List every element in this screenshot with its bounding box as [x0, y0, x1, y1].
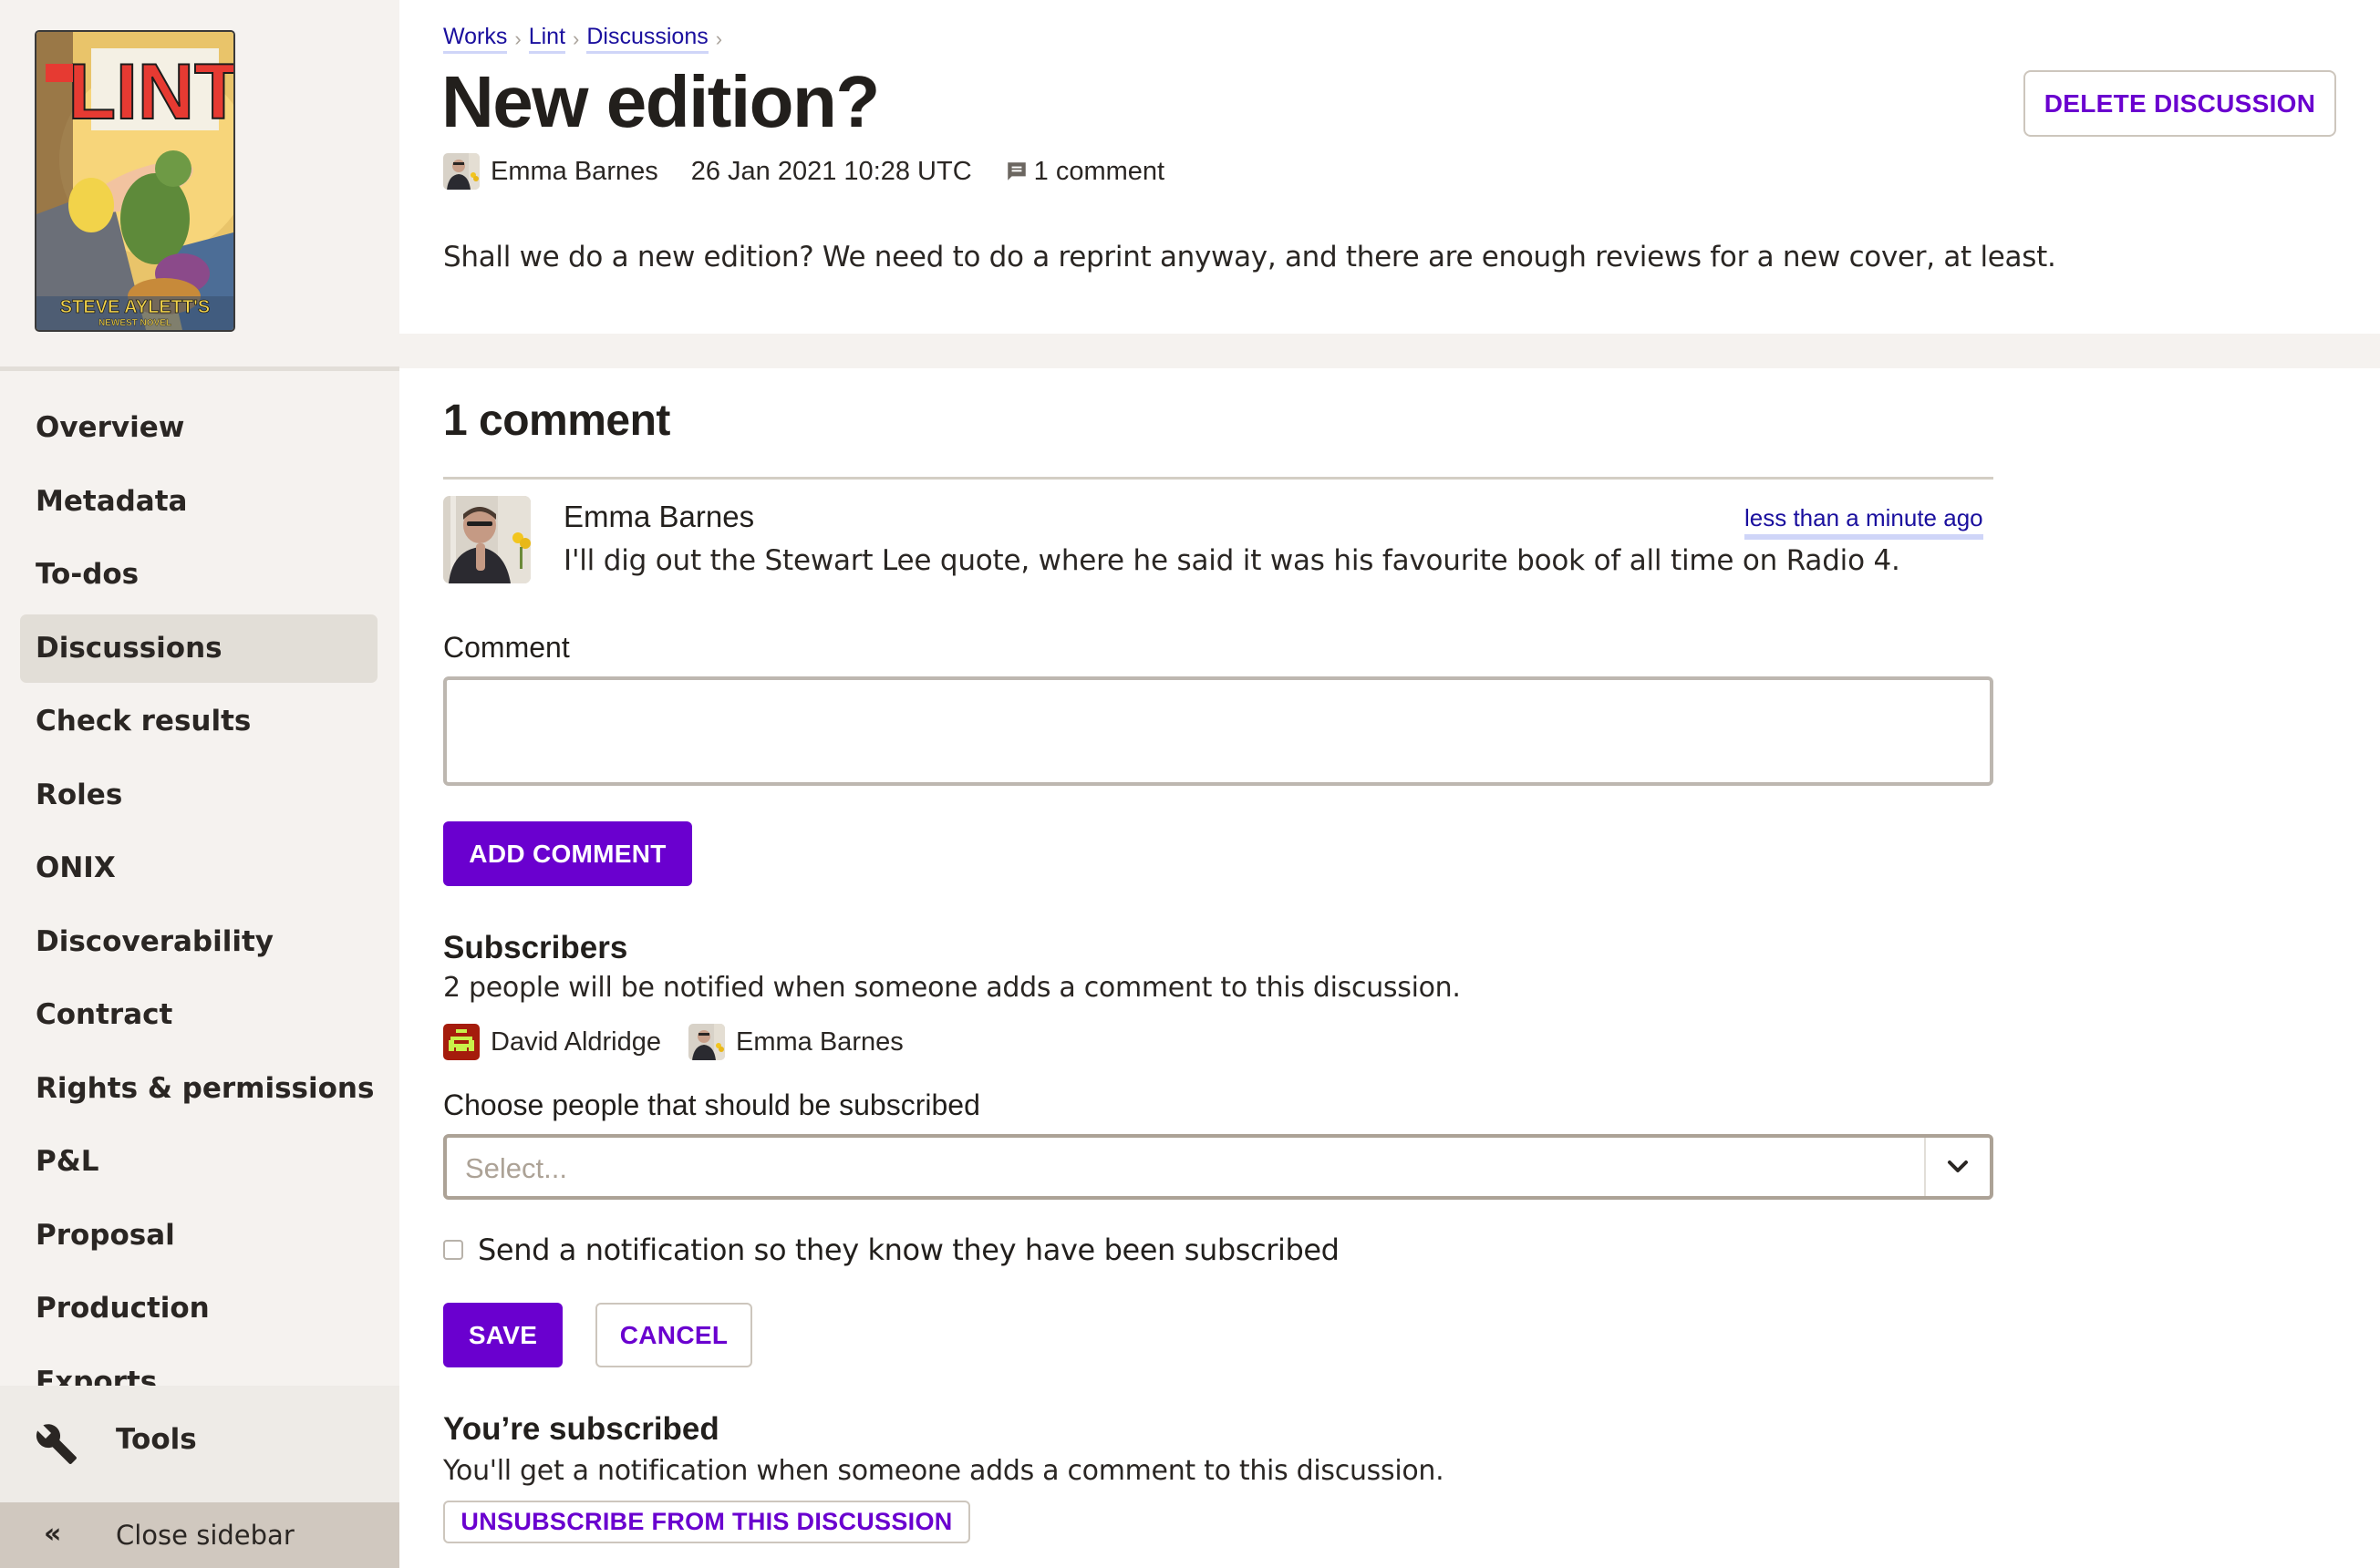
breadcrumb-lint[interactable]: Lint [528, 24, 566, 54]
discussion-date: 26 Jan 2021 10:28 UTC [690, 156, 972, 186]
close-sidebar-label: Close sidebar [116, 1520, 295, 1551]
comment-body: I'll dig out the Stewart Lee quote, wher… [564, 544, 1900, 577]
section-divider [399, 334, 2380, 368]
double-chevron-left-icon: « [44, 1518, 62, 1550]
comment-author-avatar [443, 496, 531, 583]
cover-author: STEVE AYLETT'S [60, 297, 210, 317]
comment-field-label: Comment [443, 631, 570, 664]
sidebar-item-roles[interactable]: Roles [20, 761, 378, 830]
sidebar: LINT STEVE AYLETT'S NEWEST NOVEL Overvie… [0, 0, 399, 1568]
unsubscribe-button[interactable]: UNSUBSCRIBE FROM THIS DISCUSSION [443, 1501, 970, 1543]
subscription-heading: You’re subscribed [443, 1411, 719, 1447]
comment-input[interactable] [443, 676, 1993, 786]
comment-count: 1 comment [1033, 156, 1165, 186]
subscribers-heading: Subscribers [443, 930, 628, 965]
sidebar-item-check-results[interactable]: Check results [20, 687, 378, 756]
discussion-meta: Emma Barnes 26 Jan 2021 10:28 UTC 1 comm… [443, 153, 1164, 190]
subscribers-summary: 2 people will be notified when someone a… [443, 972, 1461, 1004]
sidebar-item-overview[interactable]: Overview [20, 394, 378, 462]
notify-checkbox-label: Send a notification so they know they ha… [478, 1233, 1340, 1267]
cover-title: LINT [67, 48, 233, 136]
book-cover-image[interactable]: LINT STEVE AYLETT'S NEWEST NOVEL [35, 30, 235, 332]
comments-heading: 1 comment [443, 397, 670, 445]
wrench-icon [36, 1424, 77, 1464]
discussion-author: Emma Barnes [491, 156, 658, 186]
subscriber-item: Emma Barnes [688, 1024, 904, 1060]
cover-tagline: NEWEST NOVEL [98, 318, 171, 328]
sidebar-item-proposal[interactable]: Proposal [20, 1202, 378, 1270]
close-sidebar-button[interactable]: « Close sidebar [0, 1502, 399, 1568]
subscriber-select[interactable]: Select... [443, 1134, 1993, 1200]
sidebar-item-rights-permissions[interactable]: Rights & permissions [20, 1055, 378, 1123]
subscription-text: You'll get a notification when someone a… [443, 1455, 1444, 1487]
subscriber-name: David Aldridge [491, 1026, 661, 1057]
subscriber-avatar [688, 1024, 725, 1060]
add-comment-button[interactable]: ADD COMMENT [443, 821, 692, 886]
breadcrumb-discussions[interactable]: Discussions [586, 24, 709, 54]
sidebar-item-exports[interactable]: Exports [20, 1348, 378, 1387]
breadcrumb-works[interactable]: Works [443, 24, 508, 54]
subscriber-item: David Aldridge [443, 1024, 661, 1060]
sidebar-item-discussions[interactable]: Discussions [20, 614, 378, 683]
sidebar-tools-button[interactable]: Tools [0, 1386, 399, 1502]
breadcrumb-separator: › [514, 26, 522, 50]
comments-divider [443, 477, 1993, 480]
breadcrumb-separator: › [715, 26, 723, 50]
comment-icon [1007, 162, 1026, 181]
notify-checkbox-row[interactable]: Send a notification so they know they ha… [443, 1233, 1340, 1267]
breadcrumb: Works › Lint › Discussions › [443, 24, 722, 54]
subscriber-name: Emma Barnes [736, 1026, 904, 1057]
sidebar-item-p-l[interactable]: P&L [20, 1128, 378, 1196]
chevron-down-icon[interactable] [1926, 1138, 1990, 1196]
delete-discussion-button[interactable]: DELETE DISCUSSION [2023, 70, 2336, 137]
page-title: New edition? [441, 61, 880, 142]
sidebar-item-discoverability[interactable]: Discoverability [20, 908, 378, 976]
tools-label: Tools [116, 1423, 197, 1456]
save-button[interactable]: SAVE [443, 1303, 563, 1367]
select-placeholder: Select... [465, 1152, 567, 1184]
breadcrumb-separator: › [573, 26, 580, 50]
sidebar-nav: Overview Metadata To-dos Discussions Check r… [0, 371, 399, 1386]
subscriber-avatar [443, 1024, 480, 1060]
comment-timestamp-link[interactable]: less than a minute ago [1744, 504, 1983, 540]
sidebar-item-metadata[interactable]: Metadata [20, 468, 378, 536]
cancel-button[interactable]: CANCEL [595, 1303, 752, 1367]
discussion-description: Shall we do a new edition? We need to do… [443, 241, 2056, 273]
comment-author: Emma Barnes [564, 500, 755, 533]
subscribers-list: David Aldridge Emma Barnes [443, 1024, 931, 1060]
sidebar-item-to-dos[interactable]: To-dos [20, 541, 378, 609]
sidebar-item-contract[interactable]: Contract [20, 981, 378, 1049]
sidebar-item-production[interactable]: Production [20, 1274, 378, 1343]
sidebar-item-onix[interactable]: ONIX [20, 834, 378, 903]
subscriber-chooser-label: Choose people that should be subscribed [443, 1088, 980, 1121]
author-avatar [443, 153, 480, 190]
notify-checkbox[interactable] [443, 1240, 463, 1260]
